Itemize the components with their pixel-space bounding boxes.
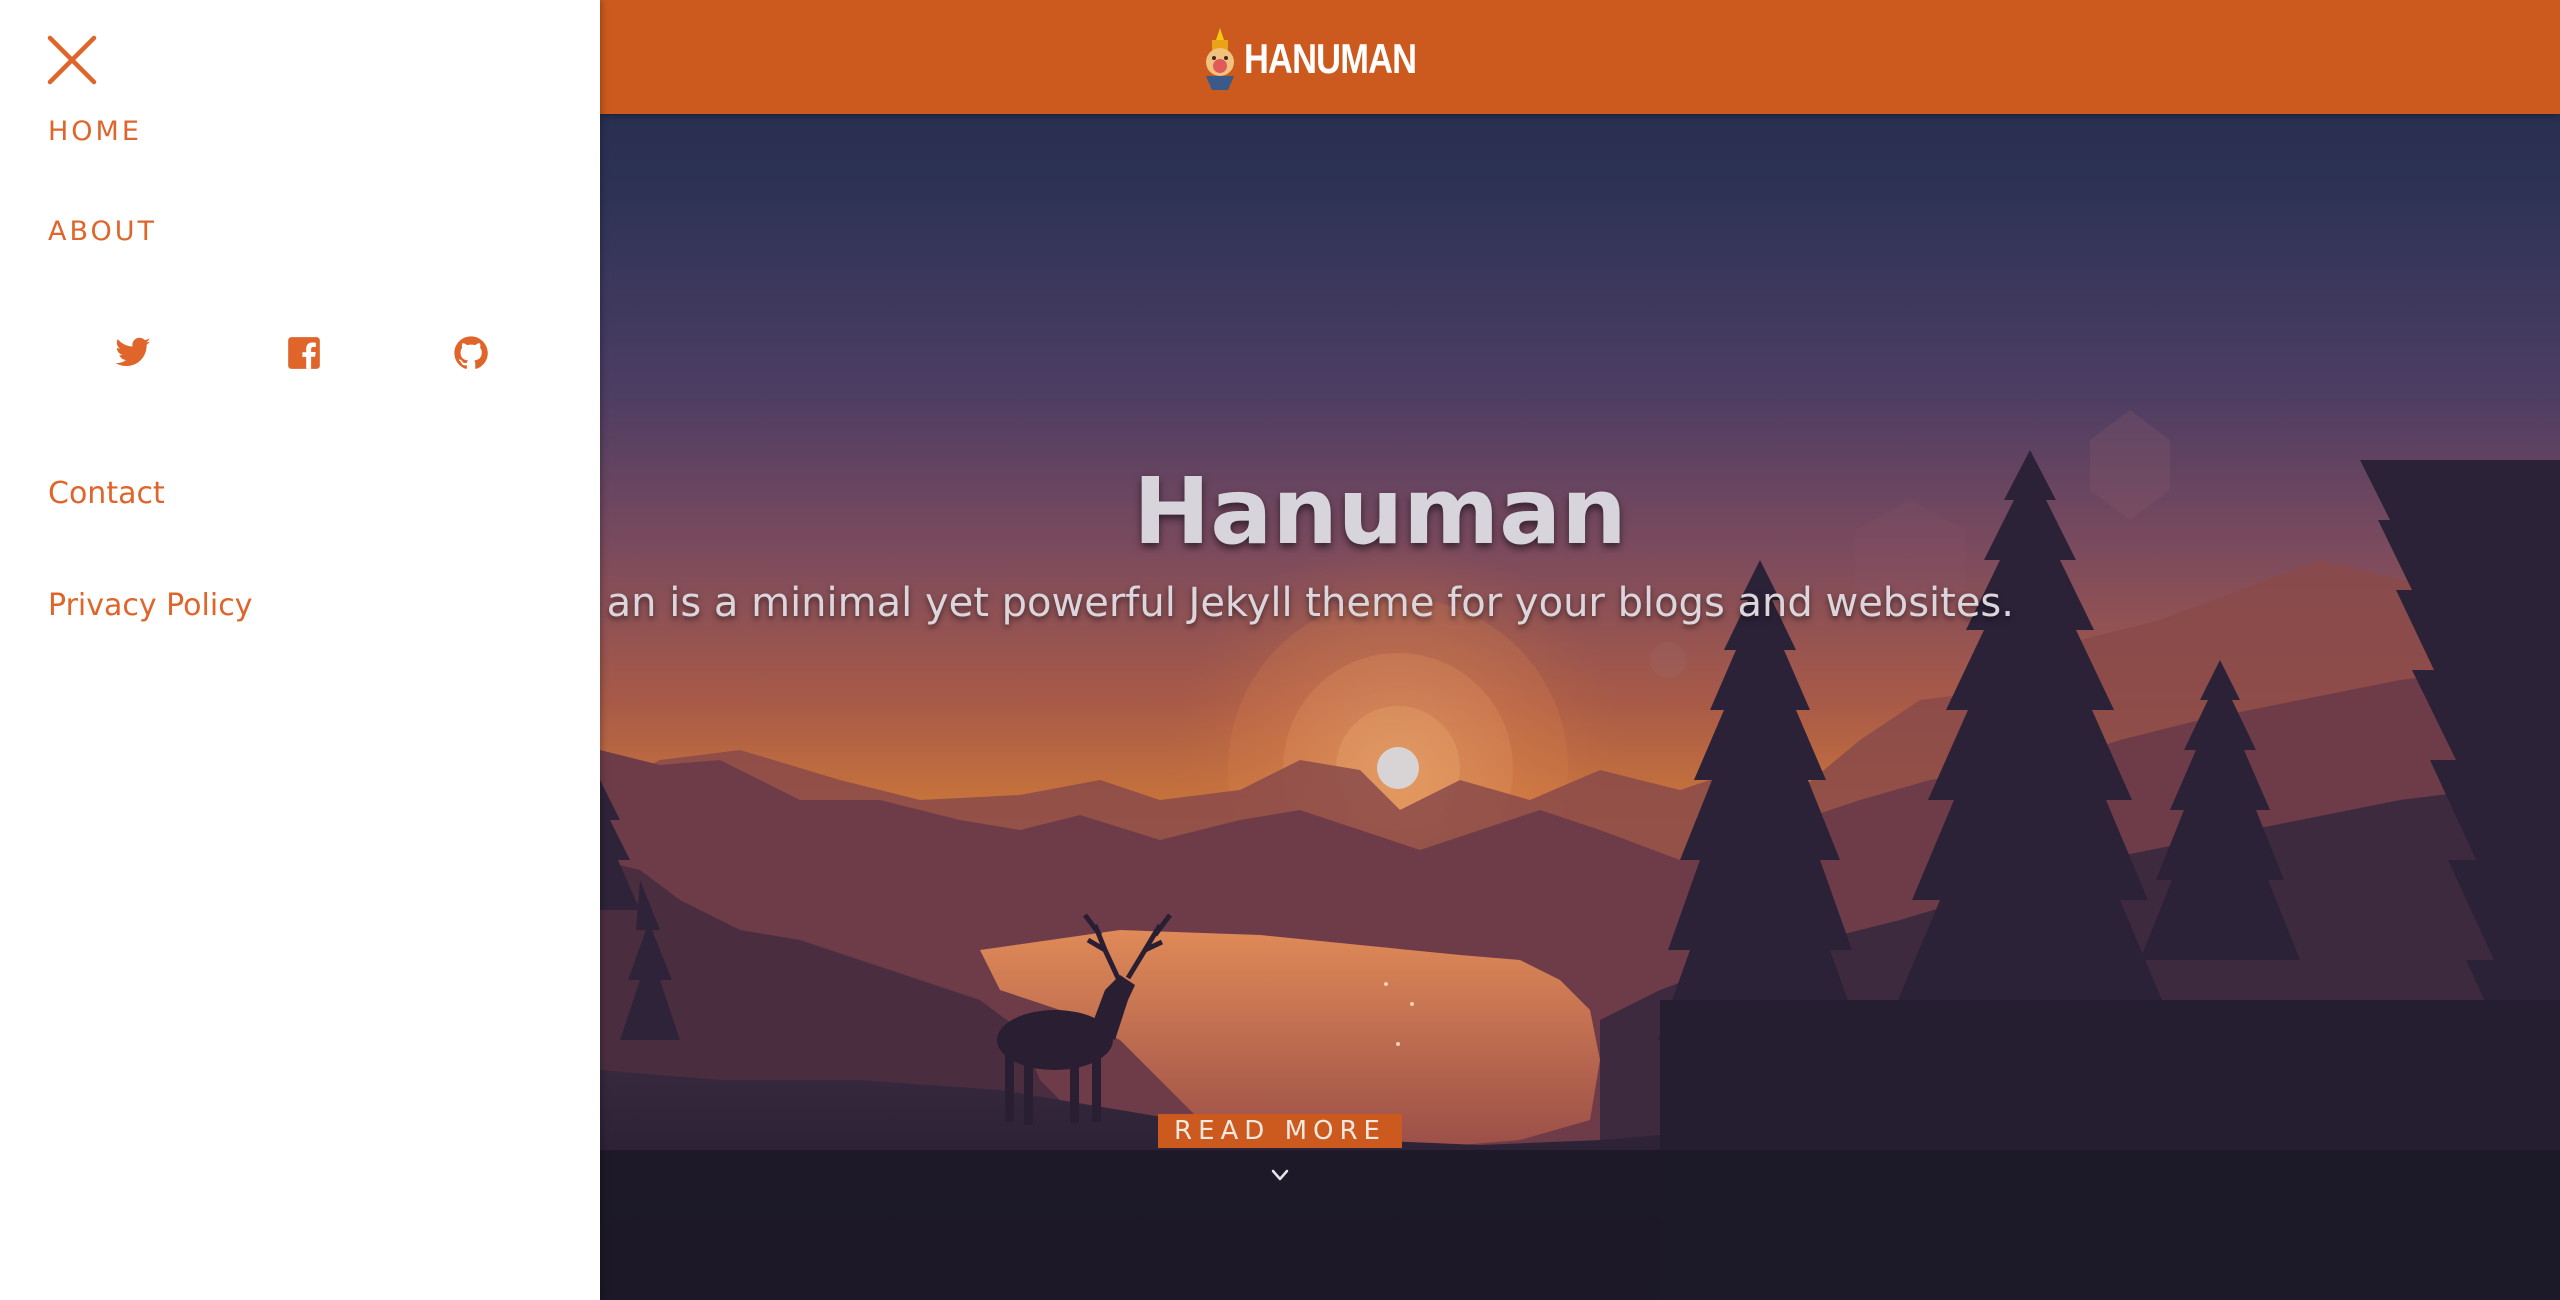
facebook-icon [288,337,320,369]
close-icon[interactable] [46,34,98,86]
github-icon [454,336,488,369]
facebook-link[interactable] [285,334,323,372]
chevron-down-icon[interactable] [1266,1164,1294,1186]
twitter-icon [115,337,151,366]
hero-section: HANUMAN Hanuman an is a minimal yet powe… [600,0,2560,1300]
brand-name: HANUMAN [1244,35,1417,82]
hero-title: Hanuman [1133,458,1627,565]
sidebar-item-home[interactable]: HOME [48,116,142,147]
top-navbar: HANUMAN [600,0,2560,114]
brand-logo-link[interactable]: HANUMAN [1200,26,1454,92]
hero-subtitle: an is a minimal yet powerful Jekyll them… [606,580,2014,626]
hero-background-illustration [600,0,2560,1300]
sidebar-menu: HOME ABOUT Contact Privacy Policy [0,0,600,1300]
github-link[interactable] [452,334,490,372]
sidebar-item-about[interactable]: ABOUT [48,216,157,247]
read-more-button[interactable]: READ MORE [1158,1114,1402,1148]
sidebar-item-privacy-policy[interactable]: Privacy Policy [48,588,252,623]
sidebar-item-contact[interactable]: Contact [48,476,165,511]
hanuman-logo-icon [1206,28,1234,90]
page: HANUMAN Hanuman an is a minimal yet powe… [0,0,2560,1300]
twitter-link[interactable] [114,334,152,372]
